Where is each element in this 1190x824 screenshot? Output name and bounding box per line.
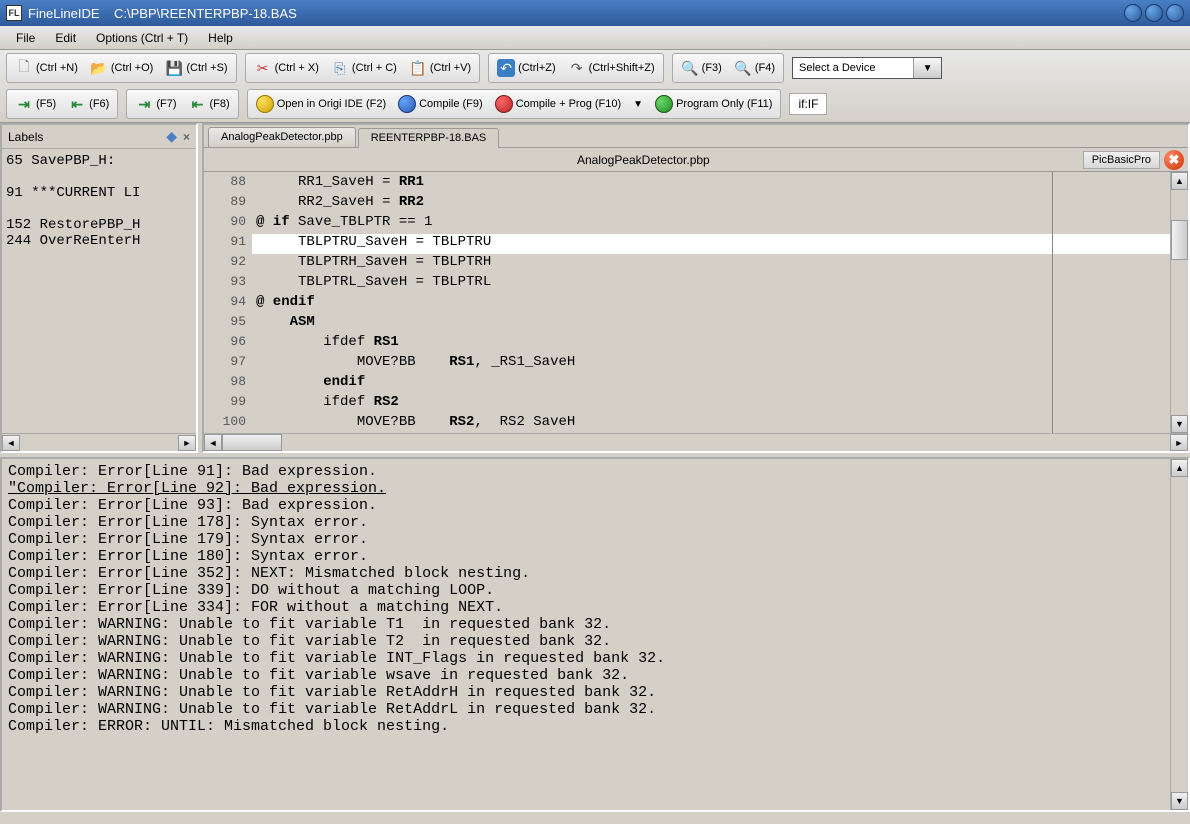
cut-icon: ✂ (254, 59, 272, 77)
program-only-button[interactable]: Program Only (F11) (649, 92, 778, 116)
menu-help[interactable]: Help (198, 28, 243, 48)
code-area[interactable]: 888990919293949596979899100 RR1_SaveH = … (204, 171, 1188, 433)
sidebar: Labels ◆ × 65 SavePBP_H: 91 ***CURRENT L… (0, 123, 198, 453)
scroll-up-icon[interactable]: ▲ (1171, 459, 1188, 477)
tab-reenterpbp[interactable]: REENTERPBP-18.BAS (358, 128, 500, 148)
open-folder-icon: 📂 (90, 59, 108, 77)
compiler-output[interactable]: Compiler: Error[Line 91]: Bad expression… (2, 459, 1170, 810)
editor-vscroll[interactable]: ▲ ▼ (1170, 172, 1188, 433)
sidebar-dropdown-icon[interactable]: ◆ (166, 128, 177, 145)
ruler (1052, 172, 1053, 433)
compile-prog-button[interactable]: Compile + Prog (F10) (489, 92, 627, 116)
blue-play-icon (398, 95, 416, 113)
editor-tabs: AnalogPeakDetector.pbp REENTERPBP-18.BAS (204, 125, 1188, 147)
device-dropdown-icon[interactable]: ▼ (913, 58, 941, 78)
dropdown-icon[interactable]: ▼ (627, 99, 649, 110)
copy-button[interactable]: ⎘(Ctrl + C) (325, 56, 403, 80)
tab-analogpeak[interactable]: AnalogPeakDetector.pbp (208, 127, 356, 147)
paste-icon: 📋 (409, 59, 427, 77)
cut-button[interactable]: ✂(Ctrl + X) (248, 56, 325, 80)
step-icon: ⇤ (189, 95, 207, 113)
scroll-right-icon[interactable]: ► (178, 435, 196, 451)
search-icon: 🔍 (681, 59, 699, 77)
copy-icon: ⎘ (331, 59, 349, 77)
green-play-icon (655, 95, 673, 113)
output-vscroll[interactable]: ▲ ▼ (1170, 459, 1188, 810)
menubar: File Edit Options (Ctrl + T) Help (0, 26, 1190, 50)
editor-hscroll[interactable]: ◄ ► (204, 433, 1188, 451)
save-icon: 💾 (165, 59, 183, 77)
step-icon: ⇥ (135, 95, 153, 113)
compile-button[interactable]: Compile (F9) (392, 92, 489, 116)
line-gutter: 888990919293949596979899100 (204, 172, 252, 433)
red-play-icon (495, 95, 513, 113)
sidebar-close-icon[interactable]: × (183, 130, 190, 144)
sidebar-hscroll[interactable]: ◄ ► (2, 433, 196, 451)
close-button[interactable] (1166, 4, 1184, 22)
step-icon: ⇥ (15, 95, 33, 113)
workspace: Labels ◆ × 65 SavePBP_H: 91 ***CURRENT L… (0, 123, 1190, 453)
document-close-icon[interactable]: ✖ (1164, 150, 1184, 170)
scroll-down-icon[interactable]: ▼ (1171, 792, 1188, 810)
menu-edit[interactable]: Edit (45, 28, 86, 48)
output-panel: Compiler: Error[Line 91]: Bad expression… (0, 457, 1190, 812)
search-next-icon: 🔍 (734, 59, 752, 77)
step-f5-button[interactable]: ⇥(F5) (9, 92, 62, 116)
new-button[interactable]: 🗋(Ctrl +N) (9, 56, 84, 80)
scroll-left-icon[interactable]: ◄ (204, 434, 222, 451)
redo-button[interactable]: ↷(Ctrl+Shift+Z) (562, 56, 661, 80)
titlebar: FL FineLineIDE C:\PBP\REENTERPBP-18.BAS (0, 0, 1190, 26)
language-badge: PicBasicPro (1083, 151, 1160, 169)
new-file-icon: 🗋 (15, 59, 33, 77)
step-f6-button[interactable]: ⇤(F6) (62, 92, 115, 116)
find-next-button[interactable]: 🔍(F4) (728, 56, 781, 80)
open-origi-button[interactable]: Open in Origi IDE (F2) (250, 92, 392, 116)
sidebar-title: Labels (8, 130, 166, 144)
step-icon: ⇤ (68, 95, 86, 113)
if-indicator: if:IF (789, 93, 827, 115)
step-f8-button[interactable]: ⇤(F8) (183, 92, 236, 116)
menu-options[interactable]: Options (Ctrl + T) (86, 28, 198, 48)
scroll-down-icon[interactable]: ▼ (1171, 415, 1188, 433)
labels-list[interactable]: 65 SavePBP_H: 91 ***CURRENT LI 152 Resto… (2, 149, 196, 433)
minimize-button[interactable] (1124, 4, 1142, 22)
window-title: FineLineIDE C:\PBP\REENTERPBP-18.BAS (28, 6, 1124, 21)
menu-file[interactable]: File (6, 28, 45, 48)
open-button[interactable]: 📂(Ctrl +O) (84, 56, 159, 80)
scroll-left-icon[interactable]: ◄ (2, 435, 20, 451)
toolbars: 🗋(Ctrl +N) 📂(Ctrl +O) 💾(Ctrl +S) ✂(Ctrl … (0, 50, 1190, 123)
save-button[interactable]: 💾(Ctrl +S) (159, 56, 233, 80)
editor: AnalogPeakDetector.pbp REENTERPBP-18.BAS… (202, 123, 1190, 453)
yellow-circle-icon (256, 95, 274, 113)
redo-icon: ↷ (568, 59, 586, 77)
document-title: AnalogPeakDetector.pbp (204, 153, 1083, 167)
device-select[interactable]: ▼ (792, 57, 942, 79)
scroll-up-icon[interactable]: ▲ (1171, 172, 1188, 190)
undo-button[interactable]: ↶(Ctrl+Z) (491, 56, 562, 80)
find-button[interactable]: 🔍(F3) (675, 56, 728, 80)
app-icon: FL (6, 5, 22, 21)
undo-icon: ↶ (497, 59, 515, 77)
device-input[interactable] (793, 60, 913, 76)
paste-button[interactable]: 📋(Ctrl +V) (403, 56, 477, 80)
document-header: AnalogPeakDetector.pbp PicBasicPro ✖ (204, 147, 1188, 171)
step-f7-button[interactable]: ⇥(F7) (129, 92, 182, 116)
scroll-thumb[interactable] (222, 434, 282, 451)
maximize-button[interactable] (1145, 4, 1163, 22)
scroll-right-icon[interactable]: ► (1170, 434, 1188, 451)
scroll-thumb[interactable] (1171, 220, 1188, 260)
code-body[interactable]: RR1_SaveH = RR1 RR2_SaveH = RR2@ if Save… (252, 172, 1170, 433)
